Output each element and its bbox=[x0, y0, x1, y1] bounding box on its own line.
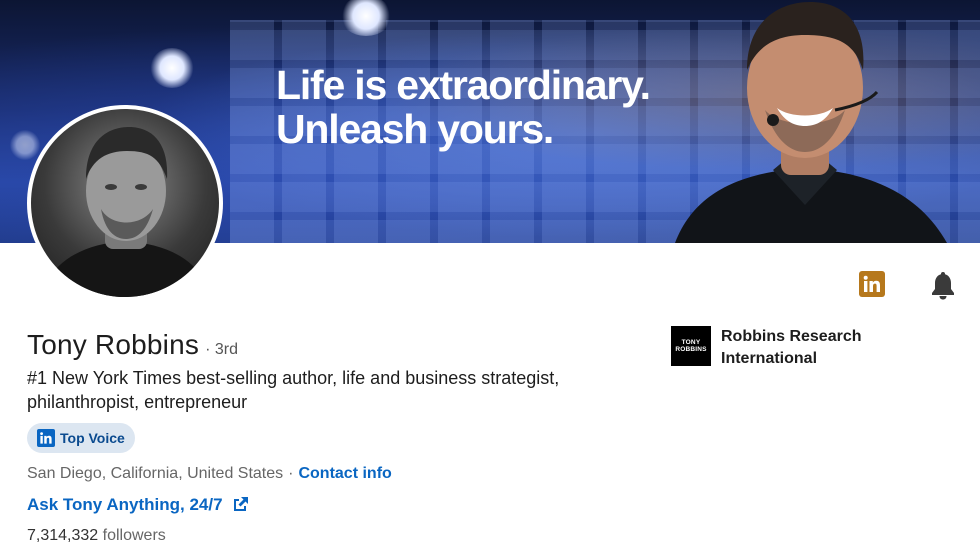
separator-dot: · bbox=[288, 465, 294, 482]
website-link[interactable]: Ask Tony Anything, 24/7 bbox=[27, 495, 249, 515]
linkedin-logo-glyph bbox=[863, 275, 880, 292]
company-logo-line2: ROBBINS bbox=[675, 346, 707, 353]
followers-label: followers bbox=[102, 527, 166, 544]
location-row: San Diego, California, United States · C… bbox=[27, 465, 392, 483]
profile-name: Tony Robbins bbox=[27, 329, 200, 360]
connection-degree: · 3rd bbox=[205, 341, 238, 358]
name-row: Tony Robbins · 3rd bbox=[27, 329, 238, 361]
followers-number: 7,314,332 bbox=[27, 527, 99, 544]
company-name: Robbins Research International bbox=[721, 328, 862, 367]
banner-speaker-image bbox=[675, 2, 947, 243]
stage-light bbox=[150, 48, 194, 88]
current-company[interactable]: TONY ROBBINS Robbins Research Internatio… bbox=[671, 326, 871, 370]
banner-slogan: Life is extraordinary. Unleash yours. bbox=[276, 62, 651, 152]
top-voice-badge[interactable]: Top Voice bbox=[27, 423, 135, 453]
external-link-icon bbox=[233, 497, 248, 511]
profile-avatar[interactable] bbox=[27, 105, 223, 301]
profile-photo-portrait bbox=[41, 127, 211, 297]
company-logo-line1: TONY bbox=[681, 339, 701, 346]
followers-count: 7,314,332 followers bbox=[27, 527, 166, 545]
profile-headline: #1 New York Times best-selling author, l… bbox=[27, 368, 560, 412]
profile-location: San Diego, California, United States bbox=[27, 465, 284, 482]
linkedin-premium-icon[interactable] bbox=[859, 271, 885, 297]
contact-info-link[interactable]: Contact info bbox=[298, 465, 391, 483]
website-link-label: Ask Tony Anything, 24/7 bbox=[27, 495, 223, 514]
banner-slogan-line1: Life is extraordinary. bbox=[276, 62, 651, 108]
banner-slogan-line2: Unleash yours. bbox=[276, 106, 554, 152]
top-voice-label: Top Voice bbox=[60, 430, 125, 446]
profile-photo bbox=[31, 109, 219, 297]
linkedin-icon bbox=[37, 429, 55, 447]
company-logo: TONY ROBBINS bbox=[671, 326, 711, 366]
bell-icon[interactable] bbox=[930, 272, 956, 300]
stage-light bbox=[10, 130, 40, 160]
